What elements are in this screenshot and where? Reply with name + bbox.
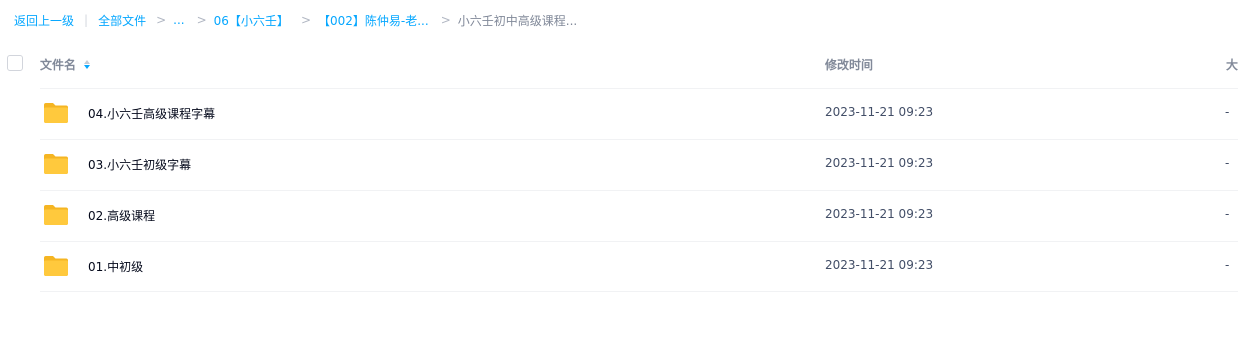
breadcrumb: 返回上一级 | 全部文件 > ... > 06【小六壬】 > 【002】陈仲易-… xyxy=(14,10,577,30)
select-all-checkbox[interactable] xyxy=(7,55,23,71)
file-list: 04.小六壬高级课程字幕 2023-11-21 09:23 - 03.小六壬初级… xyxy=(0,88,1238,292)
breadcrumb-level1[interactable]: 06【小六壬】 xyxy=(214,12,289,29)
row-divider xyxy=(40,190,1238,191)
file-modified-time: 2023-11-21 09:23 xyxy=(825,105,934,119)
file-name[interactable]: 04.小六壬高级课程字幕 xyxy=(88,105,215,122)
table-row[interactable]: 04.小六壬高级课程字幕 2023-11-21 09:23 - xyxy=(0,88,1238,139)
sort-icon[interactable] xyxy=(84,60,91,69)
row-divider xyxy=(40,241,1238,242)
file-size: - xyxy=(1225,156,1230,170)
file-size: - xyxy=(1225,207,1230,221)
file-name[interactable]: 03.小六壬初级字幕 xyxy=(88,156,191,173)
breadcrumb-divider: | xyxy=(84,13,89,27)
row-divider xyxy=(40,291,1238,292)
file-name[interactable]: 01.中初级 xyxy=(88,258,143,275)
row-divider xyxy=(40,88,1238,89)
breadcrumb-level2[interactable]: 【002】陈仲易-老... xyxy=(318,12,429,29)
row-divider xyxy=(40,139,1238,140)
column-header-size[interactable]: 大 xyxy=(1226,56,1238,73)
file-name[interactable]: 02.高级课程 xyxy=(88,207,155,224)
file-modified-time: 2023-11-21 09:23 xyxy=(825,258,934,272)
column-header-time[interactable]: 修改时间 xyxy=(825,56,873,73)
chevron-right-icon: > xyxy=(196,13,207,27)
table-row[interactable]: 02.高级课程 2023-11-21 09:23 - xyxy=(0,190,1238,241)
column-name-label: 文件名 xyxy=(40,58,77,72)
folder-icon xyxy=(44,256,68,276)
chevron-right-icon: > xyxy=(440,13,451,27)
table-row[interactable]: 03.小六壬初级字幕 2023-11-21 09:23 - xyxy=(0,139,1238,190)
file-size: - xyxy=(1225,258,1230,272)
table-header: 文件名 修改时间 大 xyxy=(0,48,1238,80)
chevron-right-icon: > xyxy=(300,13,311,27)
folder-icon xyxy=(44,103,68,123)
file-modified-time: 2023-11-21 09:23 xyxy=(825,207,934,221)
folder-icon xyxy=(44,154,68,174)
table-row[interactable]: 01.中初级 2023-11-21 09:23 - xyxy=(0,241,1238,292)
file-size: - xyxy=(1225,105,1230,119)
folder-icon xyxy=(44,205,68,225)
breadcrumb-all-files[interactable]: 全部文件 xyxy=(98,12,146,29)
breadcrumb-ellipsis[interactable]: ... xyxy=(173,13,184,27)
file-modified-time: 2023-11-21 09:23 xyxy=(825,156,934,170)
column-header-name[interactable]: 文件名 xyxy=(40,56,91,73)
chevron-right-icon: > xyxy=(156,13,167,27)
back-link[interactable]: 返回上一级 xyxy=(14,12,74,29)
breadcrumb-current: 小六壬初中高级课程... xyxy=(457,13,578,28)
